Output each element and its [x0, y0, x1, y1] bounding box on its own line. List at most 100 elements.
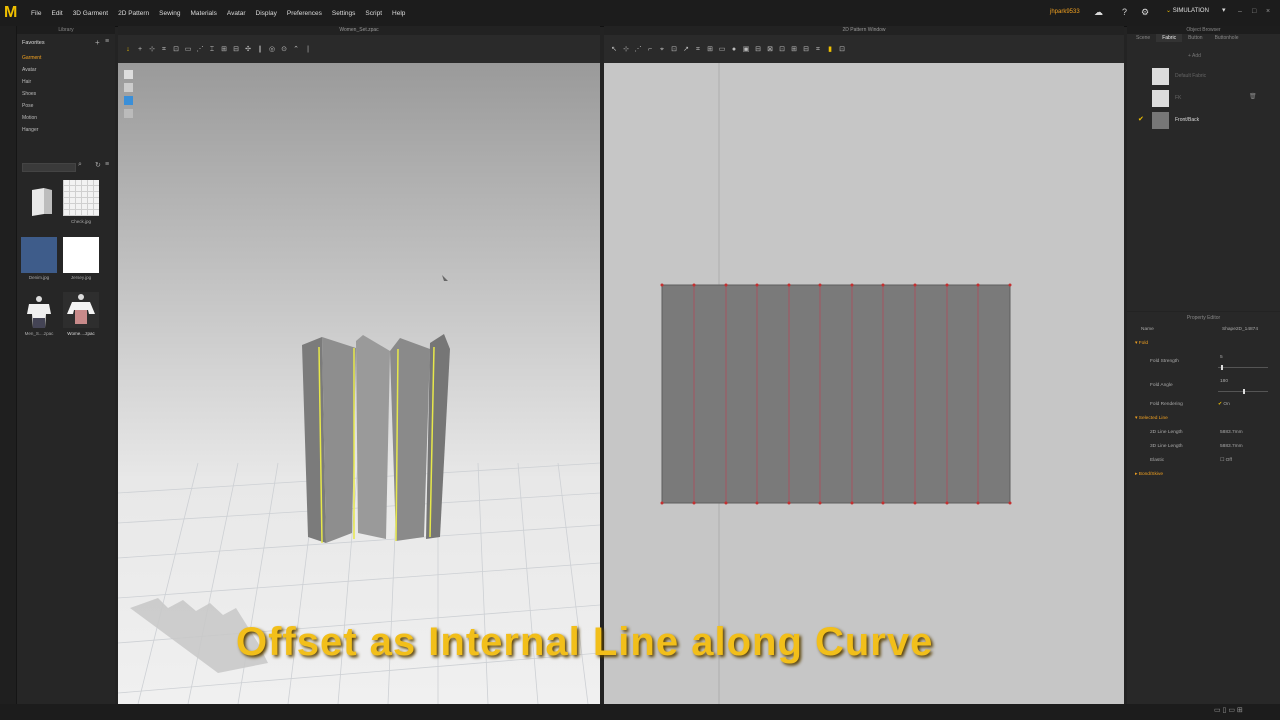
highlight-tool-icon[interactable]: ▮: [824, 45, 836, 53]
menu-help[interactable]: Help: [387, 0, 410, 26]
fabric-swatch[interactable]: [1152, 68, 1169, 85]
tool-icon[interactable]: ✣: [242, 45, 254, 53]
close-icon[interactable]: ×: [1266, 8, 1270, 15]
tool-icon[interactable]: ▭: [716, 45, 728, 53]
maximize-icon[interactable]: □: [1252, 8, 1256, 15]
menu-3d-garment[interactable]: 3D Garment: [68, 0, 113, 26]
viewport-3d[interactable]: [118, 63, 600, 704]
tool-icon[interactable]: ⊟: [752, 45, 764, 53]
menu-preferences[interactable]: Preferences: [282, 0, 327, 26]
tab-buttonhole[interactable]: Buttonhole: [1209, 34, 1245, 42]
line-3d-value[interactable]: 5883.7mm: [1220, 444, 1243, 449]
tool-icon[interactable]: ◎: [266, 45, 278, 53]
mode-dropdown-icon[interactable]: ▾: [1222, 6, 1226, 14]
tool-icon[interactable]: ⊟: [230, 45, 242, 53]
add-fabric-button[interactable]: + Add: [1188, 53, 1201, 59]
delete-icon[interactable]: 🗑: [1249, 93, 1257, 100]
tool-icon[interactable]: ⊡: [668, 45, 680, 53]
tool-icon[interactable]: ⊠: [764, 45, 776, 53]
folder-icon[interactable]: [26, 184, 62, 220]
texture-display-icon[interactable]: [124, 96, 133, 105]
check-fabric-thumb[interactable]: [63, 180, 99, 216]
tool-icon[interactable]: ⊡: [776, 45, 788, 53]
tool-icon[interactable]: ⋰: [194, 45, 206, 53]
search-icon[interactable]: ⌕: [78, 161, 82, 169]
tool-icon[interactable]: ⊞: [218, 45, 230, 53]
garment-display-icon[interactable]: [124, 83, 133, 92]
check-icon[interactable]: ✔: [1138, 115, 1144, 123]
tool-icon[interactable]: ⌖: [656, 46, 668, 54]
tool-icon[interactable]: ●: [728, 46, 740, 53]
menu-materials[interactable]: Materials: [186, 0, 222, 26]
viewport-2d[interactable]: [604, 63, 1124, 704]
slider-handle[interactable]: [1221, 365, 1223, 370]
bond-section[interactable]: ▸ Bond/Skive: [1135, 472, 1163, 477]
tool-icon[interactable]: ⌃: [290, 45, 302, 53]
tool-icon[interactable]: ⊞: [704, 45, 716, 53]
line-2d-value[interactable]: 5883.7mm: [1220, 430, 1243, 435]
tab-button[interactable]: Button: [1182, 34, 1208, 42]
tool-icon[interactable]: ⊹: [620, 45, 632, 53]
fabric-name[interactable]: Front/Back: [1175, 117, 1199, 123]
settings-icon[interactable]: ⚙: [1141, 7, 1149, 18]
avatar-display-icon[interactable]: [124, 70, 133, 79]
women-avatar-thumb[interactable]: [63, 292, 99, 328]
help-icon[interactable]: ?: [1122, 7, 1127, 17]
favorite-shoes[interactable]: Shoes: [22, 88, 41, 100]
tab-fabric[interactable]: Fabric: [1156, 34, 1183, 42]
tool-icon[interactable]: |: [302, 46, 314, 53]
tool-icon[interactable]: ⊹: [146, 45, 158, 53]
layout-icons[interactable]: ▭ ▯ ▭ ⊞: [1214, 706, 1243, 714]
slider-handle[interactable]: [1243, 389, 1245, 394]
refresh-icon[interactable]: ↻: [95, 161, 101, 169]
tool-icon[interactable]: ⊟: [800, 45, 812, 53]
tool-icon[interactable]: ⊞: [788, 45, 800, 53]
minimize-icon[interactable]: –: [1238, 8, 1242, 15]
denim-fabric-thumb[interactable]: [21, 237, 57, 273]
tool-icon[interactable]: ⊡: [836, 45, 848, 53]
fold-strength-slider[interactable]: [1218, 365, 1268, 370]
fold-rendering-value[interactable]: ✔ On: [1218, 402, 1230, 407]
tool-icon[interactable]: ⌗: [158, 46, 170, 54]
add-favorite-icon[interactable]: +: [95, 38, 100, 47]
menu-display[interactable]: Display: [251, 0, 282, 26]
tool-icon[interactable]: ⊙: [278, 45, 290, 53]
tool-icon[interactable]: ⊡: [170, 45, 182, 53]
men-avatar-thumb[interactable]: [21, 294, 57, 330]
tool-icon[interactable]: ⌗: [812, 46, 824, 54]
tool-icon[interactable]: ⌗: [692, 46, 704, 54]
fabric-name[interactable]: FK: [1175, 95, 1181, 101]
tool-icon[interactable]: ↗: [680, 45, 692, 53]
elastic-value[interactable]: ☐ Off: [1220, 458, 1232, 463]
tool-icon[interactable]: ⋰: [632, 45, 644, 53]
favorite-motion[interactable]: Motion: [22, 112, 41, 124]
view-mode-icon[interactable]: ≡: [105, 161, 109, 168]
fold-section[interactable]: ▾ Fold: [1135, 341, 1148, 346]
tool-icon[interactable]: ▣: [740, 45, 752, 53]
simulation-toggle[interactable]: ⌄ SIMULATION: [1166, 7, 1209, 14]
tool-icon[interactable]: +: [134, 46, 146, 53]
tool-icon[interactable]: ⌶: [206, 46, 218, 54]
favorites-header[interactable]: Favorites: [22, 40, 45, 46]
jersey-fabric-thumb[interactable]: [63, 237, 99, 273]
camera-view-icon[interactable]: [124, 109, 133, 118]
menu-script[interactable]: Script: [360, 0, 387, 26]
fold-strength-value[interactable]: 5: [1220, 355, 1223, 360]
menu-settings[interactable]: Settings: [327, 0, 361, 26]
favorite-avatar[interactable]: Avatar: [22, 64, 41, 76]
tab-scene[interactable]: Scene: [1130, 34, 1156, 42]
fold-angle-slider[interactable]: [1218, 389, 1268, 394]
favorite-hair[interactable]: Hair: [22, 76, 41, 88]
tool-icon[interactable]: ⌐: [644, 46, 656, 53]
fabric-swatch[interactable]: [1152, 112, 1169, 129]
fabric-name[interactable]: Default Fabric: [1175, 73, 1206, 79]
select-move-icon[interactable]: ↓: [122, 46, 134, 53]
menu-edit[interactable]: Edit: [46, 0, 67, 26]
tool-icon[interactable]: ∥: [254, 45, 266, 53]
fabric-swatch[interactable]: [1152, 90, 1169, 107]
list-view-icon[interactable]: ≡: [105, 38, 109, 45]
favorite-garment[interactable]: Garment: [22, 52, 41, 64]
library-search-input[interactable]: [22, 163, 76, 172]
user-name[interactable]: jhpark9533: [1050, 9, 1080, 15]
menu-file[interactable]: File: [26, 0, 46, 26]
